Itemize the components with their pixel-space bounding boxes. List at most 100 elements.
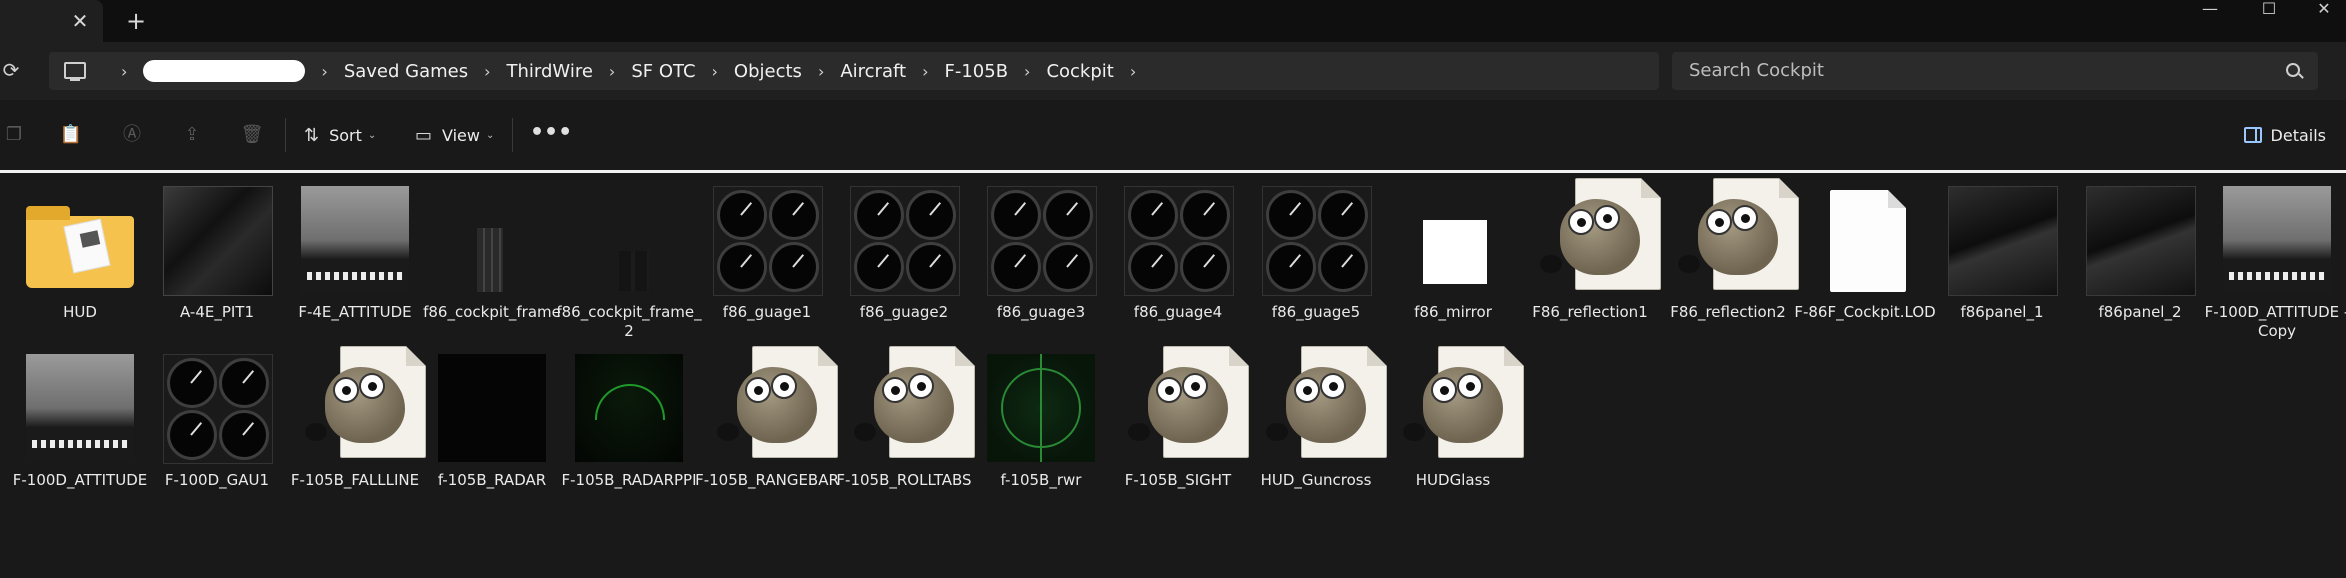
wilber-mascot: [854, 367, 954, 443]
file-item[interactable]: f86_guage1: [694, 173, 824, 341]
rename-icon[interactable]: Ⓐ: [120, 123, 144, 147]
gauge-dial: [769, 242, 819, 292]
file-item[interactable]: F-105B_FALLLINE: [282, 341, 426, 509]
file-item[interactable]: f86_guage3: [968, 173, 1098, 341]
breadcrumb-separator[interactable]: ›: [712, 62, 718, 81]
file-item[interactable]: F-105B_ROLLTABS: [831, 341, 975, 509]
gauge-dial: [1266, 190, 1316, 240]
breadcrumb-item[interactable]: F-105B: [944, 61, 1008, 82]
file-name: F-100D_ATTITUDE - Copy: [2204, 303, 2346, 340]
close-window-button[interactable]: ✕: [2302, 0, 2346, 20]
address-bar[interactable]: › › Saved Games › ThirdWire › SF OTC › Objects ›…: [49, 52, 1659, 90]
more-options-button[interactable]: •••: [530, 118, 572, 152]
file-item[interactable]: F-105B_RADARPPI: [556, 341, 697, 509]
file-item[interactable]: HUDGlass: [1380, 341, 1524, 509]
breadcrumb-item[interactable]: ThirdWire: [507, 61, 593, 82]
breadcrumb-item[interactable]: Saved Games: [344, 61, 468, 82]
breadcrumb-item[interactable]: Cockpit: [1046, 61, 1113, 82]
file-item[interactable]: HUD_Guncross: [1243, 341, 1387, 509]
breadcrumb-separator[interactable]: ›: [818, 62, 824, 81]
file-item[interactable]: F86_reflection2: [1655, 173, 1799, 341]
breadcrumb-separator[interactable]: ›: [609, 62, 615, 81]
breadcrumb-separator[interactable]: ›: [321, 62, 327, 81]
file-item[interactable]: f-105B_rwr: [968, 341, 1098, 509]
gimp-file-icon: [717, 346, 838, 458]
file-item[interactable]: f86_cockpit_frame: [419, 173, 561, 341]
eye: [359, 373, 385, 399]
image-thumbnail: [619, 251, 649, 291]
image-thumbnail: [26, 354, 134, 462]
maximize-button[interactable]: ☐: [2247, 0, 2291, 20]
image-thumbnail: [987, 354, 1095, 462]
new-tab-button[interactable]: +: [124, 9, 148, 33]
eye: [1182, 373, 1208, 399]
nose: [305, 423, 327, 441]
search-icon[interactable]: [2286, 63, 2300, 77]
gimp-file-icon: [305, 346, 426, 458]
breadcrumb-item[interactable]: SF OTC: [631, 61, 695, 82]
file-item[interactable]: F86_reflection1: [1517, 173, 1661, 341]
file-name: F-100D_ATTITUDE: [12, 471, 148, 489]
file-item[interactable]: f-105B_RADAR: [419, 341, 549, 509]
breadcrumb-separator[interactable]: ›: [922, 62, 928, 81]
breadcrumb-separator[interactable]: ›: [1024, 62, 1030, 81]
wilber-mascot: [305, 367, 405, 443]
file-item[interactable]: F-100D_ATTITUDE - Copy: [2204, 173, 2346, 341]
refresh-icon[interactable]: ⟳: [0, 58, 22, 82]
search-box[interactable]: Search Cockpit: [1672, 52, 2318, 90]
file-name: f86_guage1: [722, 303, 812, 321]
breadcrumb-separator[interactable]: ›: [1130, 62, 1136, 81]
gauge-dial: [1128, 190, 1178, 240]
file-item[interactable]: f86panel_2: [2067, 173, 2197, 341]
gauge-dial: [717, 242, 767, 292]
address-row: ⟳ › › Saved Games › ThirdWire › SF OTC › Object…: [0, 42, 2346, 100]
breadcrumb-item[interactable]: Objects: [734, 61, 802, 82]
file-item[interactable]: F-86F_Cockpit.LOD: [1792, 173, 1936, 341]
file-name: f86_mirror: [1414, 303, 1492, 321]
file-name: F-105B_RADARPPI: [561, 471, 697, 489]
file-item[interactable]: F-100D_GAU1: [144, 341, 274, 509]
file-name: f86panel_1: [1960, 303, 2044, 321]
file-item[interactable]: f86panel_1: [1929, 173, 2059, 341]
wilber-mascot: [1540, 199, 1640, 275]
wilber-mascot: [1266, 367, 1366, 443]
active-tab[interactable]: ✕: [0, 0, 103, 42]
wilber-mascot: [1403, 367, 1503, 443]
search-input[interactable]: Search Cockpit: [1689, 52, 1824, 90]
sort-button[interactable]: ⇅ Sort ⌄: [304, 118, 376, 152]
file-item[interactable]: F-105B_SIGHT: [1105, 341, 1249, 509]
minimize-button[interactable]: —: [2188, 0, 2232, 20]
wilber-mascot: [1128, 367, 1228, 443]
file-item[interactable]: f86_guage4: [1105, 173, 1235, 341]
file-item[interactable]: F-105B_RANGEBAR: [694, 341, 839, 509]
share-icon[interactable]: ⇪: [180, 123, 204, 147]
file-item[interactable]: HUD: [7, 173, 137, 341]
file-item[interactable]: F-100D_ATTITUDE: [7, 341, 147, 509]
breadcrumb-separator[interactable]: ›: [484, 62, 490, 81]
eye: [882, 377, 908, 403]
this-pc-icon[interactable]: [64, 62, 86, 81]
file-name: f86_guage3: [996, 303, 1086, 321]
paste-icon[interactable]: 📋: [59, 123, 83, 147]
view-button[interactable]: ▭ View ⌄: [415, 118, 494, 152]
file-item[interactable]: A-4E_PIT1: [144, 173, 274, 341]
file-item[interactable]: f86_cockpit_frame_2: [556, 173, 702, 341]
file-item[interactable]: f86_guage5: [1243, 173, 1373, 341]
gauge-dial: [219, 410, 269, 460]
breadcrumb-item[interactable]: Aircraft: [840, 61, 906, 82]
file-item[interactable]: f86_mirror: [1380, 173, 1510, 341]
details-button[interactable]: Details: [2243, 118, 2326, 152]
gauge-image-thumbnail: [713, 186, 823, 296]
delete-icon[interactable]: 🗑: [240, 123, 264, 147]
copy-icon[interactable]: ❐: [2, 123, 26, 147]
gimp-file-icon: [1403, 346, 1524, 458]
close-tab-icon[interactable]: ✕: [68, 9, 92, 33]
sort-icon: ⇅: [304, 124, 320, 146]
file-item[interactable]: f86_guage2: [831, 173, 961, 341]
image-thumbnail: [477, 228, 503, 292]
gauge-dial: [991, 190, 1041, 240]
file-grid: HUD A-4E_PIT1 F-4E_ATTITUDE f86_cockpit_fra…: [0, 173, 2346, 578]
file-item[interactable]: F-4E_ATTITUDE: [282, 173, 412, 341]
nose: [1540, 255, 1562, 273]
breadcrumb-separator[interactable]: ›: [121, 62, 127, 81]
